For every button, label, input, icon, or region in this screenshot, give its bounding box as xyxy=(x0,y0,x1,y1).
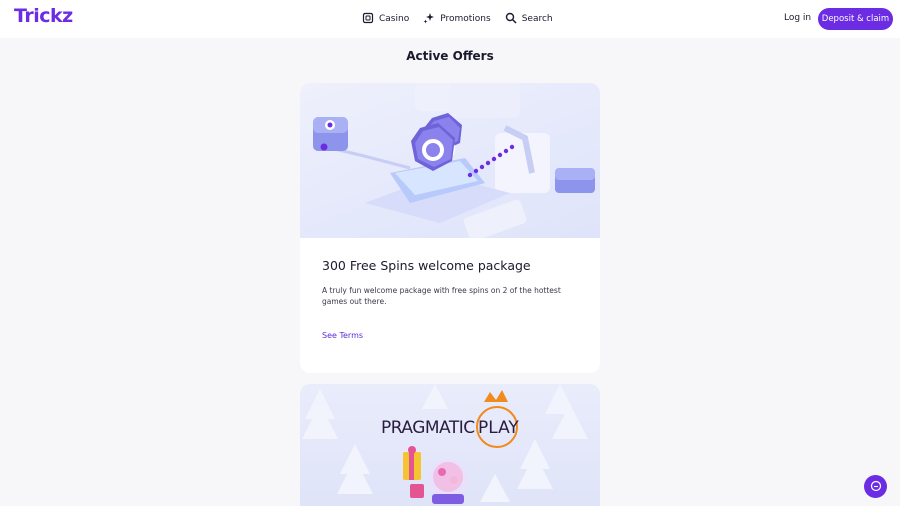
pragmatic-brand-text: PRAGMATIC xyxy=(381,418,475,438)
nav-casino-label: Casino xyxy=(379,14,410,24)
offer-card-pragmatic: PRAGMATIC PLAY xyxy=(300,384,600,506)
chat-icon xyxy=(870,477,882,496)
top-bar: Trickz Casino Promotions Search Log in D… xyxy=(0,0,900,38)
page-title: Active Offers xyxy=(406,49,494,63)
trickz-logo[interactable]: Trickz xyxy=(14,5,73,27)
offer-card: 300 Free Spins welcome package A truly f… xyxy=(300,83,600,373)
offer-illustration xyxy=(300,83,600,238)
offer-description: A truly fun welcome package with free sp… xyxy=(322,286,561,306)
nav-search-label: Search xyxy=(521,14,553,24)
nav-casino[interactable]: Casino xyxy=(362,12,409,27)
chat-button[interactable] xyxy=(864,475,887,498)
nav-promotions-label: Promotions xyxy=(440,14,491,24)
deposit-claim-button[interactable]: Deposit & claim xyxy=(818,8,893,30)
login-link[interactable]: Log in xyxy=(784,13,811,23)
nav-search[interactable]: Search xyxy=(505,12,553,27)
nav-promotions[interactable]: Promotions xyxy=(423,12,491,27)
pragmatic-play-banner: PRAGMATIC PLAY xyxy=(300,384,600,506)
sparkle-icon xyxy=(423,12,435,27)
see-terms-link[interactable]: See Terms xyxy=(322,331,578,340)
casino-icon xyxy=(362,12,374,27)
main-nav: Casino Promotions Search xyxy=(362,0,553,38)
offer-title: 300 Free Spins welcome package xyxy=(322,258,531,273)
search-icon xyxy=(505,12,517,27)
pragmatic-play-text: PLAY xyxy=(478,418,519,438)
